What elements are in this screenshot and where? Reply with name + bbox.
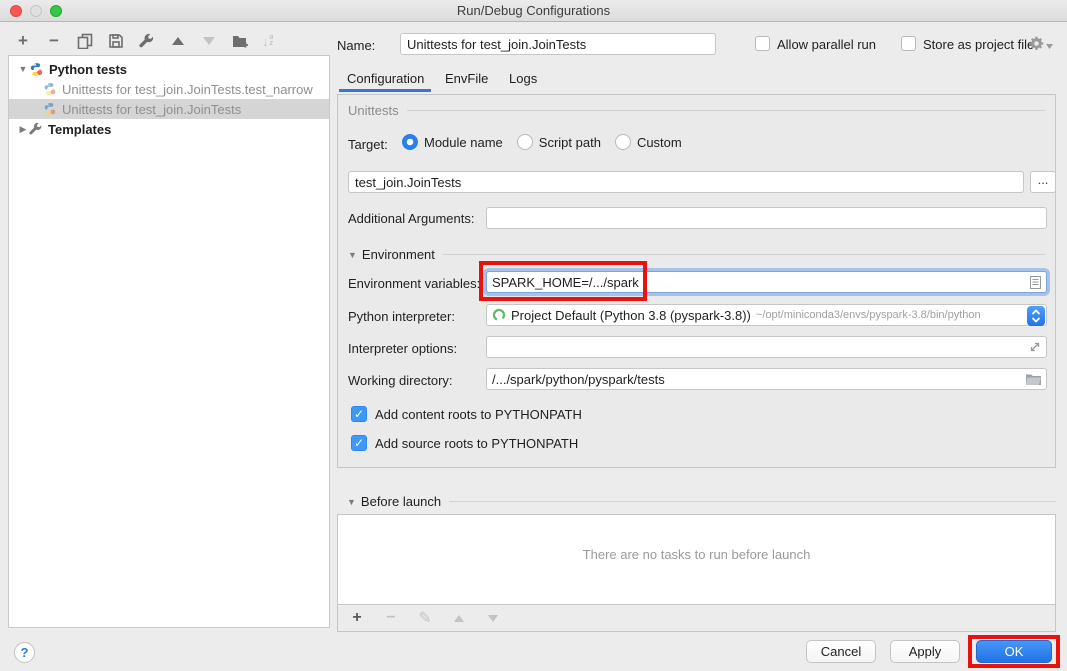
ok-button[interactable]: OK: [976, 640, 1052, 663]
environment-section-header: ▼ Environment: [348, 247, 1045, 262]
add-content-roots-checkbox[interactable]: ✓ Add content roots to PYTHONPATH: [351, 406, 582, 422]
python-test-icon: [43, 102, 57, 116]
gear-icon[interactable]: [1028, 35, 1053, 52]
tab-logs[interactable]: Logs: [509, 71, 537, 86]
before-launch-section-header: ▼ Before launch: [347, 494, 1056, 509]
unittests-section-header: Unittests: [348, 103, 1045, 118]
move-up-icon[interactable]: [169, 32, 187, 50]
allow-parallel-run-label: Allow parallel run: [777, 37, 876, 52]
apply-button[interactable]: Apply: [890, 640, 960, 663]
name-input[interactable]: [400, 33, 716, 55]
move-task-down-icon: [484, 609, 502, 627]
radio-custom[interactable]: Custom: [615, 134, 682, 150]
title-bar: Run/Debug Configurations: [0, 0, 1067, 22]
working-directory-label: Working directory:: [348, 373, 453, 388]
chevron-down-icon[interactable]: ▼: [17, 64, 29, 74]
add-source-roots-checkbox[interactable]: ✓ Add source roots to PYTHONPATH: [351, 435, 578, 451]
tree-item-templates[interactable]: ▶ Templates: [9, 119, 329, 139]
radio-module-name[interactable]: Module name: [402, 134, 503, 150]
radio-selected-icon[interactable]: [402, 134, 418, 150]
configuration-panel: Unittests Target: Module name Script pat…: [337, 94, 1056, 468]
templates-wrench-icon: [29, 122, 43, 136]
radio-script-path[interactable]: Script path: [517, 134, 601, 150]
move-down-icon: [200, 32, 218, 50]
tree-item-label: Unittests for test_join.JoinTests.test_n…: [62, 82, 313, 97]
checked-checkbox-icon[interactable]: ✓: [351, 435, 367, 451]
tree-item-label: Templates: [48, 122, 111, 137]
copy-configuration-icon[interactable]: [76, 32, 94, 50]
additional-arguments-input[interactable]: [486, 207, 1047, 229]
move-task-up-icon: [450, 609, 468, 627]
checked-checkbox-icon[interactable]: ✓: [351, 406, 367, 422]
python-test-icon: [43, 82, 57, 96]
environment-variables-label: Environment variables:: [348, 276, 480, 291]
remove-task-icon: −: [382, 609, 400, 627]
sort-configurations-icon: ↓az: [262, 34, 273, 49]
folder-icon[interactable]: [1026, 373, 1041, 385]
cancel-button[interactable]: Cancel: [806, 640, 876, 663]
edit-templates-icon[interactable]: [138, 32, 156, 50]
tree-item-test-narrow[interactable]: Unittests for test_join.JoinTests.test_n…: [9, 79, 329, 99]
python-interpreter-select[interactable]: Project Default (Python 3.8 (pyspark-3.8…: [486, 304, 1047, 326]
chevron-down-icon[interactable]: ▼: [347, 497, 356, 507]
module-name-input[interactable]: [348, 171, 1024, 193]
environment-variables-input[interactable]: SPARK_HOME=/.../spark: [486, 271, 1047, 293]
edit-variables-icon[interactable]: [1030, 276, 1041, 289]
interpreter-stepper-icon[interactable]: [1027, 306, 1045, 326]
active-tab-underline: [339, 89, 431, 92]
additional-arguments-label: Additional Arguments:: [348, 211, 474, 226]
before-launch-tasks-panel: There are no tasks to run before launch …: [337, 514, 1056, 632]
add-configuration-icon[interactable]: +: [14, 32, 32, 50]
virtualenv-icon: [492, 308, 506, 322]
new-folder-icon[interactable]: [231, 32, 249, 50]
chevron-down-icon[interactable]: ▼: [348, 250, 357, 260]
tree-item-jointests-selected[interactable]: Unittests for test_join.JoinTests: [9, 99, 329, 119]
edit-task-icon: ✎: [416, 609, 434, 627]
tree-item-python-tests[interactable]: ▼ Python tests: [9, 59, 329, 79]
no-tasks-message: There are no tasks to run before launch: [338, 547, 1055, 562]
target-radio-group: Module name Script path Custom: [402, 134, 696, 150]
save-configuration-icon[interactable]: [107, 32, 125, 50]
tree-item-label: Unittests for test_join.JoinTests: [62, 102, 241, 117]
tree-item-label: Python tests: [49, 62, 127, 77]
radio-icon[interactable]: [517, 134, 533, 150]
before-launch-label: Before launch: [361, 494, 441, 509]
store-as-project-file-label: Store as project file: [923, 37, 1034, 52]
tab-configuration[interactable]: Configuration: [347, 71, 424, 86]
chevron-right-icon[interactable]: ▶: [17, 124, 29, 135]
store-as-project-file-checkbox[interactable]: [901, 36, 916, 51]
window-title: Run/Debug Configurations: [0, 3, 1067, 18]
environment-section-label: Environment: [362, 247, 435, 262]
unittests-section-label: Unittests: [348, 103, 399, 118]
name-label: Name:: [337, 38, 375, 53]
remove-configuration-icon[interactable]: −: [45, 32, 63, 50]
working-directory-input[interactable]: /.../spark/python/pyspark/tests: [486, 368, 1047, 390]
python-tests-icon: [29, 62, 44, 77]
help-button[interactable]: ?: [14, 642, 35, 663]
configurations-tree: ▼ Python tests Unittests for test_join.J…: [8, 55, 330, 628]
python-interpreter-label: Python interpreter:: [348, 309, 455, 324]
tab-envfile[interactable]: EnvFile: [445, 71, 488, 86]
add-task-icon[interactable]: +: [348, 609, 366, 627]
target-label: Target:: [348, 137, 388, 152]
run-debug-configurations-dialog: Run/Debug Configurations + −: [0, 0, 1067, 671]
interpreter-options-label: Interpreter options:: [348, 341, 457, 356]
interpreter-options-input[interactable]: [486, 336, 1047, 358]
browse-module-button[interactable]: ...: [1030, 171, 1056, 193]
tasks-toolbar: + − ✎: [338, 604, 1055, 631]
radio-icon[interactable]: [615, 134, 631, 150]
allow-parallel-run-checkbox[interactable]: [755, 36, 770, 51]
configurations-toolbar: + − ↓az: [14, 31, 273, 51]
expand-field-icon[interactable]: [1029, 341, 1041, 353]
